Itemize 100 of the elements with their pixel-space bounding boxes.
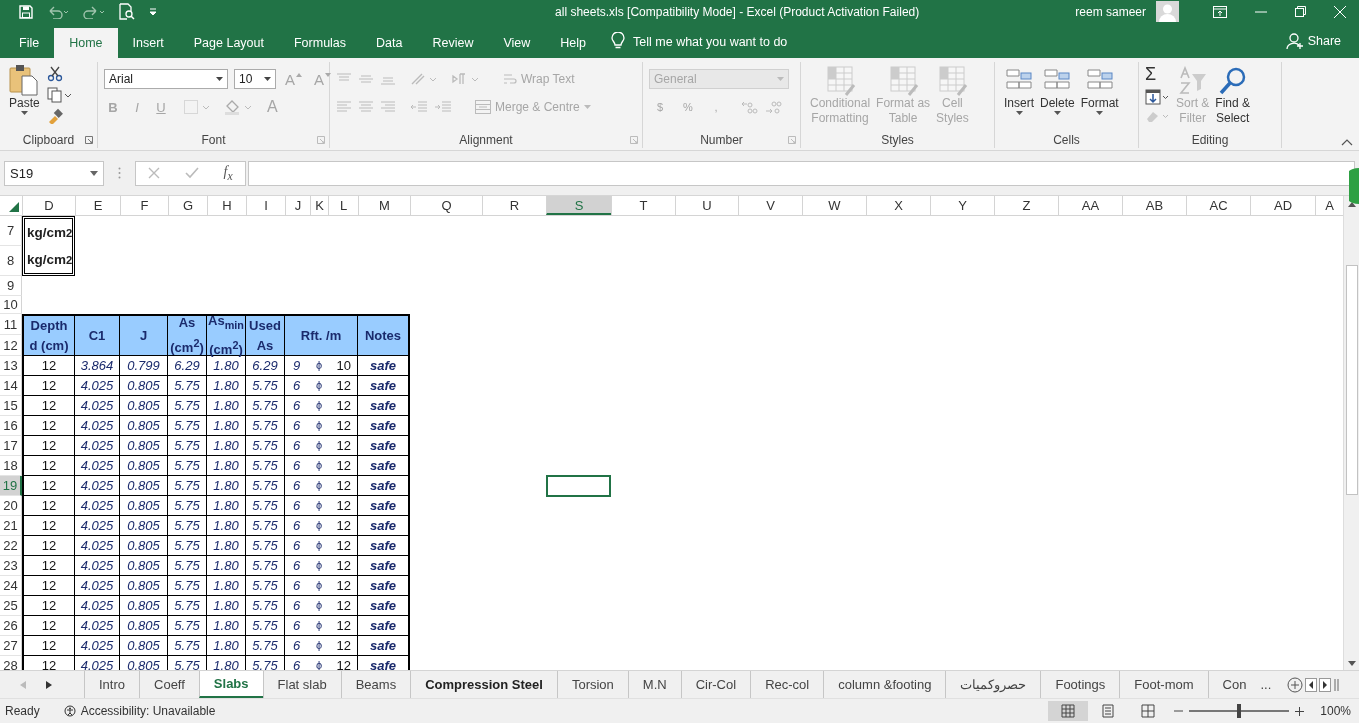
selected-cell[interactable] bbox=[546, 475, 611, 497]
cells-button[interactable]: Delete bbox=[1037, 64, 1078, 117]
normal-view-icon[interactable] bbox=[1048, 701, 1089, 721]
orientation-icon[interactable] bbox=[410, 72, 438, 86]
align-left-icon[interactable] bbox=[336, 100, 352, 114]
ribbon-display-icon[interactable] bbox=[1213, 5, 1227, 18]
row-header[interactable]: 23 bbox=[0, 556, 22, 576]
column-header[interactable]: W bbox=[802, 196, 866, 215]
save-icon[interactable] bbox=[19, 4, 33, 19]
row-header[interactable]: 11 bbox=[0, 314, 22, 335]
row-header[interactable]: 12 bbox=[0, 335, 22, 356]
lightbulb-icon[interactable] bbox=[611, 32, 626, 50]
font-name-field[interactable]: Arial bbox=[104, 69, 228, 89]
column-header[interactable]: AA bbox=[1058, 196, 1122, 215]
align-middle-icon[interactable] bbox=[358, 72, 374, 86]
column-header[interactable]: E bbox=[75, 196, 120, 215]
vertical-scrollbar[interactable] bbox=[1343, 196, 1359, 670]
share-button[interactable]: Share bbox=[1285, 32, 1341, 50]
column-header[interactable]: Z bbox=[994, 196, 1058, 215]
column-header[interactable]: V bbox=[738, 196, 802, 215]
row-header[interactable]: 19 bbox=[0, 476, 22, 496]
ribbon-tab[interactable]: Insert bbox=[117, 28, 179, 58]
minimize-icon[interactable] bbox=[1255, 10, 1267, 13]
column-header[interactable]: F bbox=[120, 196, 168, 215]
row-header[interactable]: 13 bbox=[0, 356, 22, 376]
column-header[interactable]: Q bbox=[410, 196, 482, 215]
ribbon-tab[interactable]: Formulas bbox=[278, 28, 362, 58]
editing-button[interactable]: Find & Select bbox=[1212, 64, 1254, 128]
formula-input[interactable] bbox=[248, 160, 1355, 186]
dialog-launcher-icon[interactable] bbox=[317, 136, 325, 144]
dialog-launcher-icon[interactable] bbox=[630, 136, 638, 144]
zoom-level[interactable]: 100% bbox=[1320, 704, 1351, 718]
column-header[interactable]: AD bbox=[1250, 196, 1315, 215]
column-header[interactable]: D bbox=[22, 196, 75, 215]
ribbon-tab[interactable]: Page Layout bbox=[178, 28, 279, 58]
row-header[interactable]: 14 bbox=[0, 376, 22, 396]
close-icon[interactable] bbox=[1334, 5, 1346, 18]
check-icon[interactable] bbox=[184, 167, 199, 179]
row-header[interactable]: 16 bbox=[0, 416, 22, 436]
scroll-right-icon[interactable] bbox=[1319, 677, 1331, 692]
column-header[interactable]: Y bbox=[930, 196, 994, 215]
row-header[interactable]: 8 bbox=[0, 246, 22, 276]
ribbon-tab[interactable]: View bbox=[488, 28, 546, 58]
zoom-thumb[interactable] bbox=[1237, 704, 1242, 718]
column-header[interactable]: S bbox=[546, 196, 611, 215]
insert-function-button[interactable]: f$_{x}$ bbox=[223, 163, 233, 183]
scroll-thumb[interactable] bbox=[1345, 265, 1358, 495]
print-preview-icon[interactable] bbox=[119, 3, 135, 20]
scissors-icon[interactable] bbox=[46, 66, 63, 82]
undo-icon[interactable] bbox=[47, 4, 69, 19]
cells-button[interactable]: Format bbox=[1077, 64, 1122, 117]
ribbon-tab[interactable]: Home bbox=[54, 28, 118, 58]
customize-arrow-icon[interactable] bbox=[149, 7, 157, 16]
column-header[interactable]: M bbox=[358, 196, 410, 215]
decrease-indent-icon[interactable] bbox=[410, 100, 428, 114]
scroll-left-icon[interactable] bbox=[1305, 677, 1317, 692]
scroll-up-icon[interactable] bbox=[1347, 202, 1356, 207]
increase-decimal-icon[interactable] bbox=[741, 100, 759, 114]
column-header[interactable]: U bbox=[675, 196, 738, 215]
cancel-icon[interactable] bbox=[148, 167, 161, 179]
tell-me-search[interactable]: Tell me what you want to do bbox=[633, 35, 788, 49]
accessibility-status[interactable]: Accessibility: Unavailable bbox=[61, 704, 216, 718]
row-header[interactable]: 7 bbox=[0, 216, 22, 246]
name-box[interactable]: S19 bbox=[4, 160, 104, 186]
column-header[interactable]: H bbox=[207, 196, 246, 215]
column-header[interactable]: I bbox=[246, 196, 285, 215]
row-header[interactable]: 18 bbox=[0, 456, 22, 476]
restore-icon[interactable] bbox=[1295, 6, 1306, 17]
text-direction-icon[interactable] bbox=[452, 72, 480, 86]
increase-indent-icon[interactable] bbox=[434, 100, 452, 114]
zoom-in-icon[interactable] bbox=[1295, 706, 1305, 716]
collapse-ribbon-icon[interactable] bbox=[1341, 139, 1353, 146]
dialog-launcher-icon[interactable] bbox=[788, 136, 796, 144]
column-header[interactable]: T bbox=[611, 196, 675, 215]
tab-scroll-left-icon[interactable] bbox=[20, 680, 26, 689]
more-tabs-button[interactable]: ... bbox=[1260, 671, 1278, 698]
row-header[interactable]: 24 bbox=[0, 576, 22, 596]
row-header[interactable]: 10 bbox=[0, 296, 22, 314]
row-header[interactable]: 15 bbox=[0, 396, 22, 416]
add-sheet-icon[interactable] bbox=[1287, 676, 1304, 693]
column-header[interactable]: X bbox=[866, 196, 930, 215]
row-header[interactable]: 26 bbox=[0, 616, 22, 636]
user-name[interactable]: reem sameer bbox=[1075, 4, 1146, 19]
align-right-icon[interactable] bbox=[380, 100, 396, 114]
row-header[interactable]: 21 bbox=[0, 516, 22, 536]
row-header[interactable]: 27 bbox=[0, 636, 22, 656]
row-header[interactable]: 17 bbox=[0, 436, 22, 456]
ribbon-tab[interactable]: File bbox=[4, 28, 55, 58]
row-header[interactable]: 20 bbox=[0, 496, 22, 516]
column-header[interactable]: J bbox=[285, 196, 310, 215]
decrease-decimal-icon[interactable] bbox=[765, 100, 783, 114]
column-header[interactable]: AB bbox=[1122, 196, 1186, 215]
fill-bucket-icon[interactable] bbox=[224, 99, 252, 115]
fill-down-icon[interactable] bbox=[1145, 89, 1169, 105]
tab-scroll-right-icon[interactable] bbox=[46, 680, 52, 689]
column-header[interactable]: AC bbox=[1186, 196, 1250, 215]
dialog-launcher-icon[interactable] bbox=[85, 136, 93, 144]
row-header[interactable]: 22 bbox=[0, 536, 22, 556]
font-size-field[interactable]: 10 bbox=[234, 69, 276, 89]
scroll-down-icon[interactable] bbox=[1347, 661, 1356, 666]
